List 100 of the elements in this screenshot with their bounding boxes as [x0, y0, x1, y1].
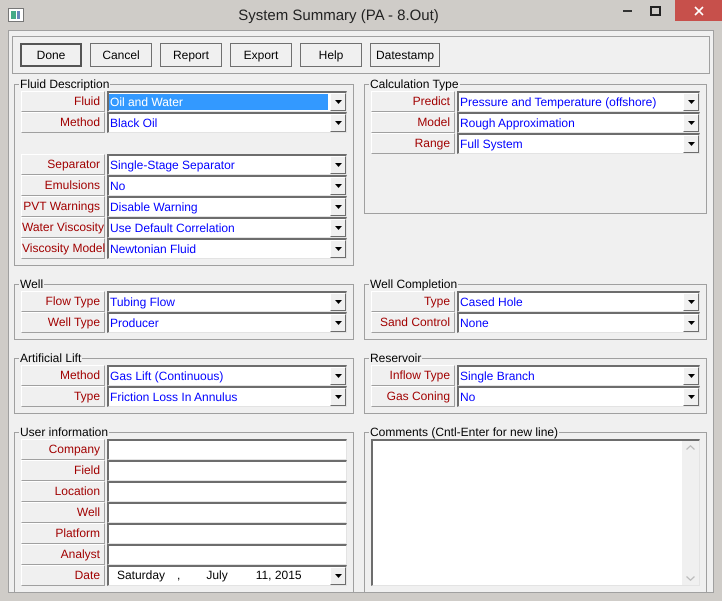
dropdown-field[interactable]: Single-Stage Separator	[107, 154, 347, 175]
dropdown-button[interactable]	[330, 198, 346, 216]
toolbar-button[interactable]: Help	[300, 43, 362, 67]
input-field[interactable]	[107, 502, 347, 523]
dropdown-value: Disable Warning	[109, 199, 199, 215]
dropdown-field[interactable]: Disable Warning	[107, 196, 347, 217]
dropdown-value: Producer	[109, 315, 160, 331]
dropdown-value: Cased Hole	[459, 294, 524, 310]
dropdown-value: No	[109, 178, 126, 194]
field-label: Well	[21, 502, 105, 523]
field-label: Location	[21, 481, 105, 502]
dropdown-field[interactable]: Pressure and Temperature (offshore)	[457, 91, 700, 112]
dropdown-field[interactable]: Friction Loss In Annulus	[107, 386, 347, 407]
dropdown-arrow-icon	[334, 574, 342, 578]
toolbar-button[interactable]: Datestamp	[370, 43, 440, 67]
dropdown-arrow-icon	[334, 374, 342, 378]
date-separator: ,	[177, 567, 180, 584]
group-title: Comments (Cntl-Enter for new line)	[369, 426, 560, 439]
input-field[interactable]	[107, 481, 347, 502]
dropdown-button[interactable]	[330, 314, 346, 332]
dropdown-button[interactable]	[330, 293, 346, 311]
dropdown-arrow-icon	[688, 300, 694, 304]
dropdown-field[interactable]: Single Branch	[457, 365, 700, 386]
dropdown-arrow-icon	[688, 395, 694, 399]
field-label: Range	[371, 133, 455, 154]
toolbar-button[interactable]: Export	[230, 43, 292, 67]
scroll-down-icon	[686, 576, 695, 581]
dropdown-button[interactable]	[683, 135, 699, 153]
dropdown-value: Rough Approximation	[459, 115, 576, 131]
input-field[interactable]	[107, 460, 347, 481]
window-title: System Summary (PA - 8.Out)	[237, 6, 440, 24]
dropdown-button[interactable]	[330, 177, 346, 195]
dropdown-value: Oil and Water	[109, 94, 328, 110]
field-label: Gas Coning	[371, 386, 455, 407]
dropdown-field[interactable]: None	[457, 312, 700, 333]
date-day-year: 11, 2015	[256, 567, 302, 584]
group-title: Calculation Type	[369, 78, 460, 91]
input-field[interactable]	[107, 523, 347, 544]
dropdown-button[interactable]	[330, 114, 346, 132]
dropdown-button[interactable]	[683, 93, 699, 111]
dropdown-value: Newtonian Fluid	[109, 241, 198, 257]
field-label: Water Viscosity	[21, 217, 105, 238]
dropdown-arrow-icon	[334, 205, 342, 209]
dropdown-field[interactable]: No	[457, 386, 700, 407]
dropdown-button[interactable]	[683, 367, 699, 385]
dropdown-field[interactable]: No	[107, 175, 347, 196]
dropdown-value: Gas Lift (Continuous)	[109, 368, 224, 384]
field-label: Predict	[371, 91, 455, 112]
dropdown-arrow-icon	[334, 321, 342, 325]
dropdown-arrow-icon	[334, 100, 342, 104]
dropdown-button[interactable]	[330, 567, 346, 585]
maximize-icon	[650, 6, 660, 16]
date-picker[interactable]: Saturday , July 11, 2015	[107, 565, 347, 586]
dropdown-field[interactable]: Use Default Correlation	[107, 217, 347, 238]
dropdown-button[interactable]	[330, 388, 346, 406]
dropdown-field[interactable]: Cased Hole	[457, 291, 700, 312]
dropdown-value: Pressure and Temperature (offshore)	[459, 94, 658, 110]
input-field[interactable]	[107, 544, 347, 565]
dropdown-button[interactable]	[330, 156, 346, 174]
dropdown-field[interactable]: Producer	[107, 312, 347, 333]
dropdown-value: Black Oil	[109, 115, 158, 131]
dropdown-button[interactable]	[330, 367, 346, 385]
field-label: Platform	[21, 523, 105, 544]
dropdown-value: Use Default Correlation	[109, 220, 236, 236]
dropdown-value: Tubing Flow	[109, 294, 176, 310]
input-field[interactable]	[107, 439, 347, 460]
toolbar-button[interactable]: Report	[160, 43, 222, 67]
field-label: Emulsions	[21, 175, 105, 196]
dropdown-arrow-icon	[688, 374, 694, 378]
field-label: Fluid	[21, 91, 105, 112]
dropdown-button[interactable]	[330, 240, 346, 258]
toolbar-button[interactable]: Cancel	[90, 43, 152, 67]
dropdown-field[interactable]: Tubing Flow	[107, 291, 347, 312]
dropdown-field[interactable]: Gas Lift (Continuous)	[107, 365, 347, 386]
field-label: Separator	[21, 154, 105, 175]
field-label: PVT Warnings	[21, 196, 105, 217]
comments-field[interactable]	[371, 439, 700, 586]
field-label: Date	[21, 565, 105, 586]
dropdown-button[interactable]	[330, 93, 346, 111]
dropdown-field[interactable]: Black Oil	[107, 112, 347, 133]
dropdown-value: Full System	[459, 136, 524, 152]
group-title: Artificial Lift	[19, 352, 82, 365]
dropdown-button[interactable]	[330, 219, 346, 237]
dropdown-field[interactable]: Full System	[457, 133, 700, 154]
dropdown-button[interactable]	[683, 293, 699, 311]
dropdown-value: Single Branch	[459, 368, 536, 384]
dropdown-button[interactable]	[683, 114, 699, 132]
group-title: Fluid Description	[19, 78, 110, 91]
dropdown-button[interactable]	[683, 388, 699, 406]
dropdown-button[interactable]	[683, 314, 699, 332]
close-button[interactable]	[675, 0, 722, 21]
dropdown-field[interactable]: Newtonian Fluid	[107, 238, 347, 259]
toolbar-button[interactable]: Done	[20, 43, 82, 67]
dropdown-arrow-icon	[334, 395, 342, 399]
dropdown-arrow-icon	[334, 247, 342, 251]
close-icon	[694, 6, 704, 16]
field-label: Analyst	[21, 544, 105, 565]
field-label: Sand Control	[371, 312, 455, 333]
dropdown-field[interactable]: Rough Approximation	[457, 112, 700, 133]
group-title: Well	[19, 278, 44, 291]
